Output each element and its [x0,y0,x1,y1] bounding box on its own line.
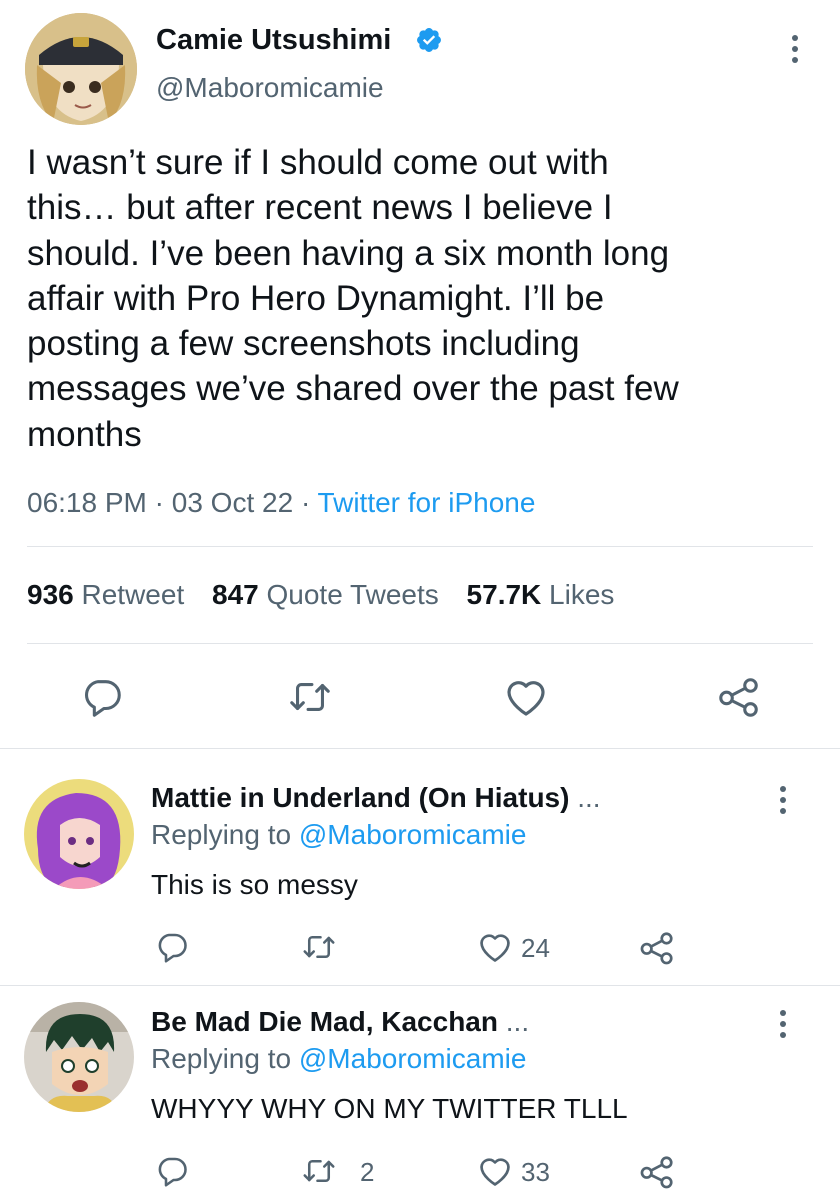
retweet-label: Retweet [81,579,185,610]
replying-to: Replying to @Maboromicamie [151,1042,526,1076]
author-handle[interactable]: @Maboromicamie [156,71,384,105]
like-icon[interactable] [476,1152,514,1190]
tweet-text-line: posting a few screenshots including [27,324,580,364]
reply-avatar[interactable] [24,1002,134,1112]
reply-text: WHYYY WHY ON MY TWITTER TLLL [151,1093,628,1124]
divider [0,748,840,749]
share-icon[interactable] [638,929,676,967]
likes-count: 57.7K [466,579,542,610]
retweet-count: 936 [27,579,74,610]
reply-icon[interactable] [154,1153,190,1189]
tweet-source[interactable]: Twitter for iPhone [318,487,536,518]
verified-badge-icon [415,26,443,54]
like-icon[interactable] [502,673,550,721]
author-name[interactable]: Camie Utsushimi [156,22,391,58]
tweet-text-line: messages we’ve shared over the past few [27,369,679,409]
divider [0,985,840,986]
more-icon[interactable] [776,786,790,814]
replying-handle[interactable]: @Maboromicamie [299,1043,527,1074]
retweet-icon[interactable] [300,1153,338,1189]
retweet-icon[interactable] [286,674,334,720]
replying-to: Replying to @Maboromicamie [151,818,526,852]
reply-author-name[interactable]: Be Mad Die Mad, Kacchan [151,1006,498,1037]
retweet-count: 2 [360,1157,375,1187]
meta-separator: · [154,487,164,518]
reply-text: This is so messy [151,869,358,900]
author-avatar[interactable] [25,13,137,125]
retweets-stat[interactable]: 936 Retweet [27,579,192,610]
reply-header: Be Mad Die Mad, Kacchan ... [151,1005,529,1039]
like-icon[interactable] [476,928,514,966]
tweet-text-line: I wasn’t sure if I should come out with [27,143,609,182]
share-icon[interactable] [716,674,762,720]
replying-handle[interactable]: @Maboromicamie [299,819,527,850]
replying-prefix: Replying to [151,1043,292,1074]
replying-prefix: Replying to [151,819,292,850]
share-icon[interactable] [638,1153,676,1191]
tweet-text: I wasn’t sure if I should come out with … [27,140,827,457]
retweet-icon[interactable] [300,929,338,965]
likes-label: Likes [549,579,615,610]
meta-separator: · [300,487,311,518]
divider [27,643,813,644]
more-icon[interactable] [788,35,802,63]
reply-icon[interactable] [154,929,190,965]
more-icon[interactable] [776,1010,790,1038]
reply-avatar[interactable] [24,779,134,889]
tweet-text-line: should. I’ve been having a six month lon… [27,233,670,273]
tweet-time[interactable]: 06:18 PM [27,487,147,518]
tweet-text-line: this… but after recent news I believe I [27,188,613,228]
reply-author-name[interactable]: Mattie in Underland (On Hiatus) [151,782,569,813]
divider [27,546,813,547]
like-count: 33 [521,1157,550,1187]
tweet-stats: 936 Retweet 847 Quote Tweets 57.7K Likes [27,578,614,612]
reply-name-ellipsis: ... [505,1006,530,1037]
reply-header: Mattie in Underland (On Hiatus) ... [151,781,601,815]
like-count: 24 [521,933,550,963]
tweet-meta: 06:18 PM · 03 Oct 22 · Twitter for iPhon… [27,486,535,520]
reply-name-ellipsis: ... [577,782,601,813]
tweet-text-line: affair with Pro Hero Dynamight. I’ll be [27,278,605,318]
tweet-text-line: months [27,414,142,454]
quotes-stat[interactable]: 847 Quote Tweets [212,579,447,610]
likes-stat[interactable]: 57.7K Likes [467,579,615,610]
reply-icon[interactable] [79,674,125,720]
quote-count: 847 [212,579,259,610]
quote-label: Quote Tweets [266,579,439,610]
tweet-date[interactable]: 03 Oct 22 [172,487,293,518]
